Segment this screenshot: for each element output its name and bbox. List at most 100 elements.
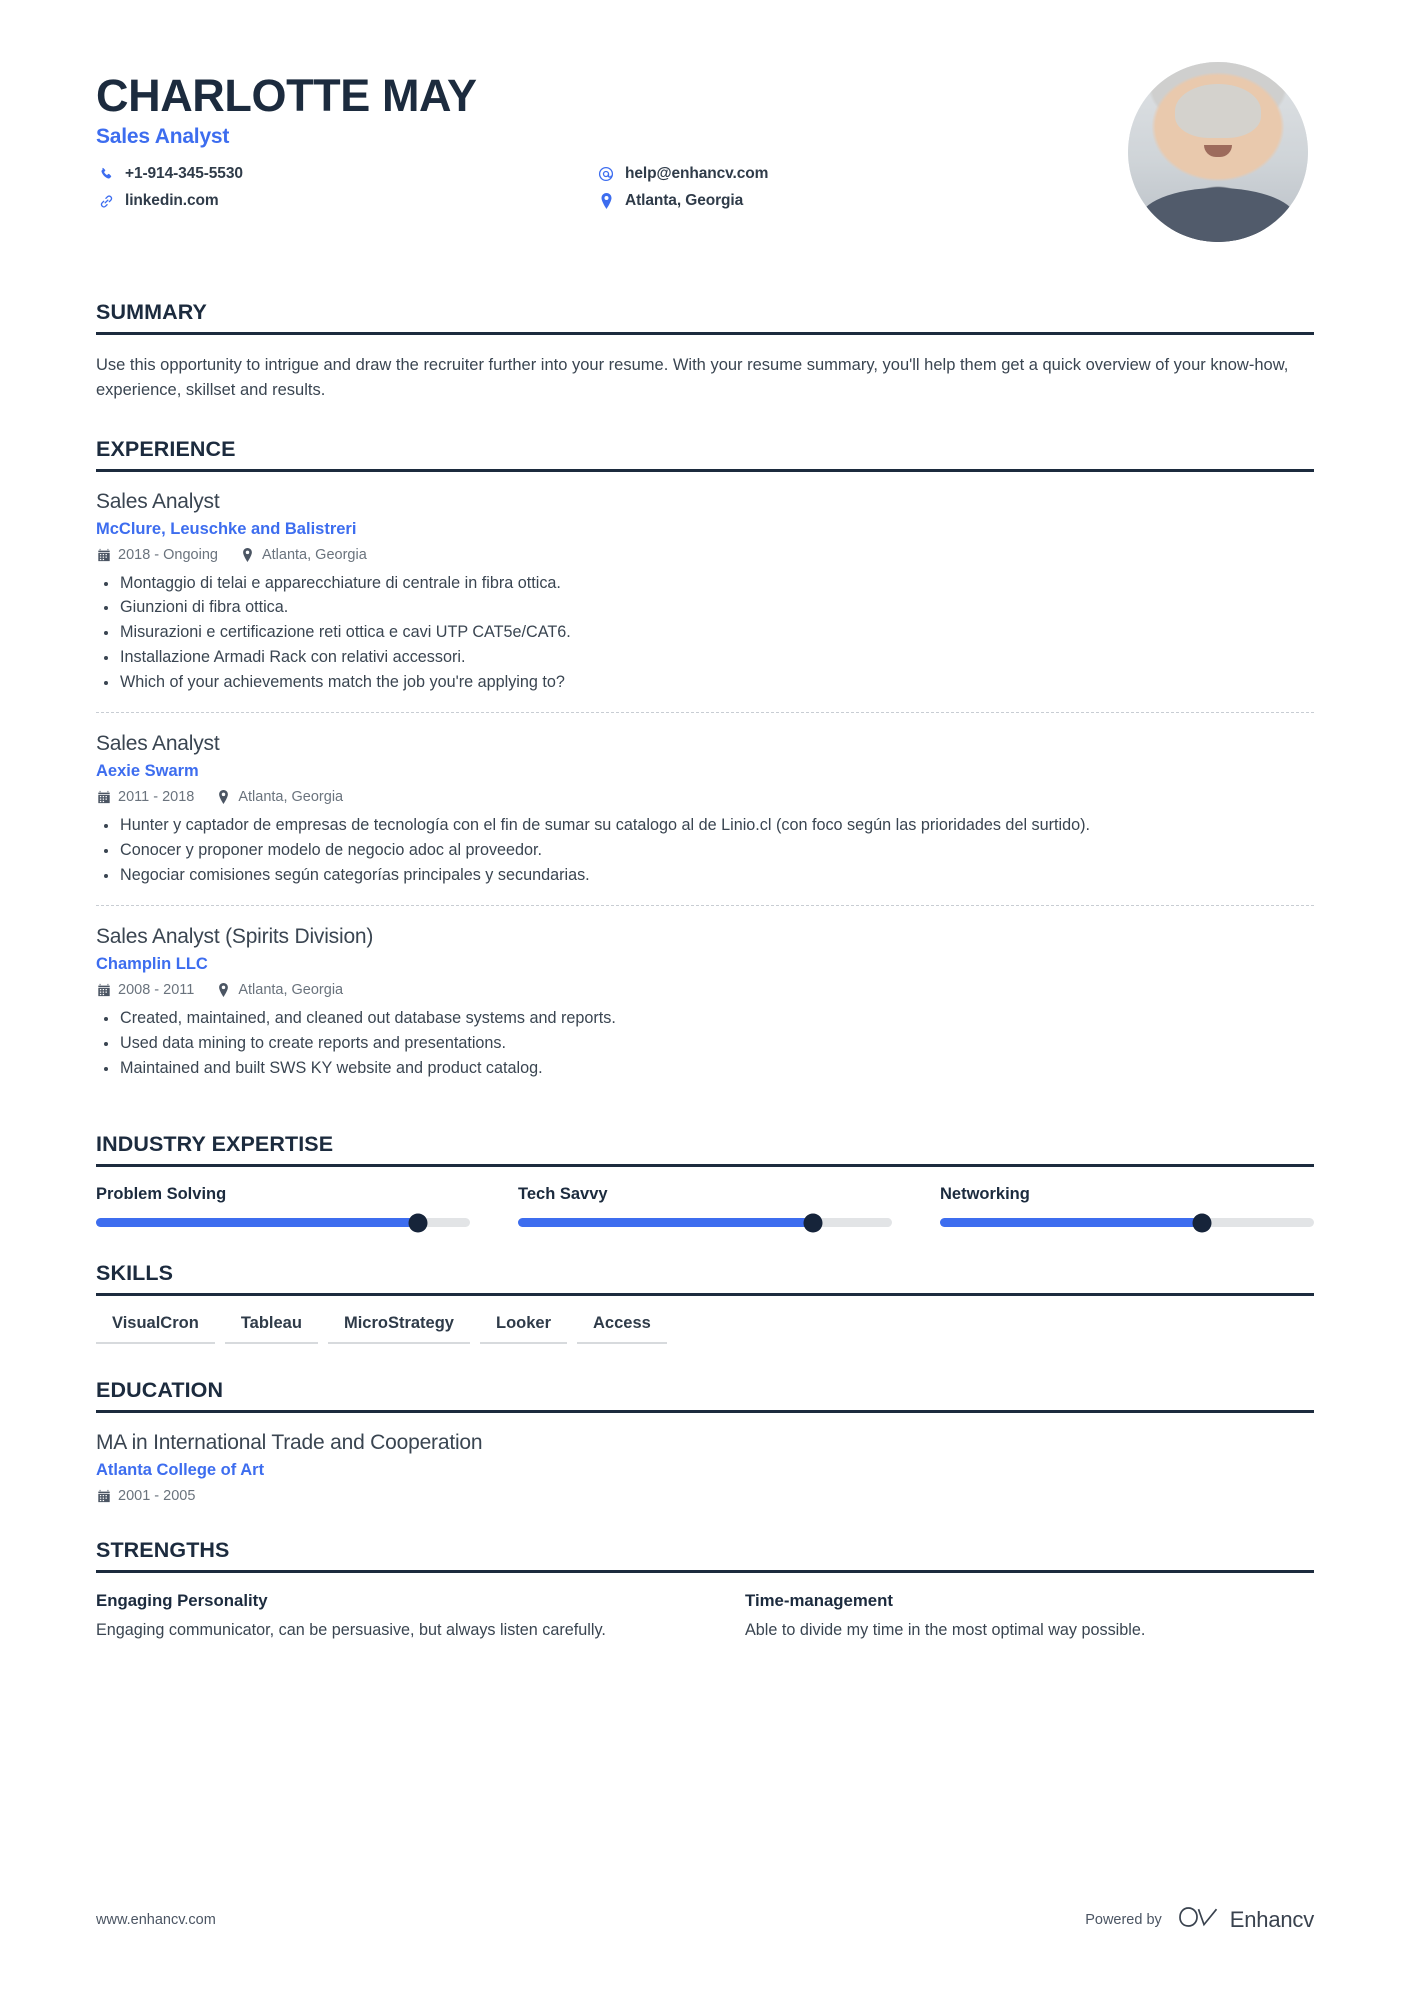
section-divider [96, 468, 1314, 472]
strength-description: Engaging communicator, can be persuasive… [96, 1621, 606, 1640]
job-location-block: Atlanta, Georgia [216, 982, 343, 998]
section-skills: SKILLS VisualCron Tableau MicroStrategy … [96, 1261, 1314, 1345]
skill-chip: Access [577, 1314, 667, 1345]
strength-title: Time-management [745, 1591, 893, 1611]
job-dates: 2018 - Ongoing [118, 546, 218, 563]
slider-fill [940, 1218, 1202, 1228]
education-school[interactable]: Atlanta College of Art [96, 1461, 1314, 1480]
experience-entry: Sales Analyst McClure, Leuschke and Bali… [96, 490, 1314, 713]
contact-item-location[interactable]: Atlanta, Georgia [596, 192, 1128, 210]
section-divider [96, 332, 1314, 335]
section-title-summary: SUMMARY [96, 300, 207, 324]
job-bullet: Misurazioni e certificazione reti ottica… [96, 621, 1314, 645]
expertise-slider[interactable] [96, 1213, 470, 1233]
contact-value-location: Atlanta, Georgia [625, 192, 744, 210]
resume-header: CHARLOTTE MAY Sales Analyst +1-914-345-5… [96, 62, 1314, 242]
section-summary: SUMMARY Use this opportunity to intrigue… [96, 300, 1314, 403]
job-location-block: Atlanta, Georgia [216, 789, 343, 805]
powered-by-label: Powered by [1085, 1911, 1162, 1928]
header-job-title: Sales Analyst [96, 125, 230, 149]
location-pin-icon [216, 983, 231, 998]
section-divider [96, 1164, 1314, 1168]
education-entry: MA in International Trade and Cooperatio… [96, 1431, 1314, 1504]
expertise-item: Problem Solving [96, 1185, 470, 1233]
resume-page: CHARLOTTE MAY Sales Analyst +1-914-345-5… [0, 0, 1410, 1995]
location-pin-icon [240, 547, 255, 562]
experience-entry: Sales Analyst (Spirits Division) Champli… [96, 905, 1314, 1098]
job-location-block: Atlanta, Georgia [240, 547, 367, 563]
location-pin-icon [216, 790, 231, 805]
contact-value-phone: +1-914-345-5530 [125, 165, 243, 183]
job-bullet: Maintained and built SWS KY website and … [96, 1057, 1314, 1081]
job-bullets: Created, maintained, and cleaned out dat… [96, 1007, 1314, 1081]
skill-chip: VisualCron [96, 1314, 215, 1345]
job-company[interactable]: McClure, Leuschke and Balistreri [96, 520, 1314, 539]
education-dates-block: 2001 - 2005 [96, 1488, 195, 1504]
job-bullet: Installazione Armadi Rack con relativi a… [96, 646, 1314, 670]
expertise-item: Tech Savvy [518, 1185, 892, 1233]
section-title-industry-expertise: INDUSTRY EXPERTISE [96, 1132, 334, 1157]
calendar-icon [96, 983, 111, 998]
skill-chip: Looker [479, 1314, 567, 1345]
section-divider [96, 1410, 1314, 1414]
job-bullet: Created, maintained, and cleaned out dat… [96, 1007, 1314, 1031]
education-degree: MA in International Trade and Cooperatio… [96, 1431, 483, 1455]
strengths-grid: Engaging Personality Engaging communicat… [96, 1591, 1314, 1642]
job-location: Atlanta, Georgia [238, 982, 344, 999]
contact-value-linkedin: linkedin.com [125, 192, 219, 210]
contact-item-email[interactable]: help@enhancv.com [596, 165, 1128, 183]
enhancv-mark-icon [1175, 1904, 1221, 1935]
job-meta: 2008 - 2011 Atlanta, Georgia [96, 982, 1314, 998]
footer-branding: Powered by Enhancv [1085, 1904, 1314, 1935]
contact-grid: +1-914-345-5530 help@enhancv.com linkedi… [96, 165, 1128, 210]
page-title: CHARLOTTE MAY [96, 70, 477, 121]
strength-description: Able to divide my time in the most optim… [745, 1621, 1146, 1640]
expertise-grid: Problem Solving Tech Savvy Networking [96, 1185, 1314, 1233]
job-meta: 2018 - Ongoing Atlanta, Georgia [96, 547, 1314, 563]
calendar-icon [96, 547, 111, 562]
job-role: Sales Analyst [96, 732, 220, 756]
avatar [1128, 62, 1308, 242]
slider-fill [96, 1218, 418, 1228]
contact-value-email: help@enhancv.com [625, 165, 769, 183]
job-role: Sales Analyst (Spirits Division) [96, 925, 374, 949]
job-role: Sales Analyst [96, 489, 220, 513]
skills-row: VisualCron Tableau MicroStrategy Looker … [96, 1314, 1314, 1345]
job-location: Atlanta, Georgia [261, 546, 367, 563]
job-bullet: Which of your achievements match the job… [96, 671, 1314, 695]
section-industry-expertise: INDUSTRY EXPERTISE Problem Solving Tech … [96, 1132, 1314, 1233]
job-company[interactable]: Champlin LLC [96, 955, 1314, 974]
section-title-skills: SKILLS [96, 1261, 174, 1286]
page-footer: www.enhancv.com Powered by Enhancv [96, 1904, 1314, 1935]
section-education: EDUCATION MA in International Trade and … [96, 1378, 1314, 1504]
section-experience: EXPERIENCE Sales Analyst McClure, Leusch… [96, 437, 1314, 1099]
job-company[interactable]: Aexie Swarm [96, 762, 1314, 781]
slider-knob[interactable] [803, 1213, 823, 1233]
expertise-slider[interactable] [940, 1213, 1314, 1233]
job-dates-block: 2011 - 2018 [96, 789, 194, 805]
skill-chip: MicroStrategy [327, 1314, 470, 1345]
job-bullet: Used data mining to create reports and p… [96, 1032, 1314, 1056]
footer-url[interactable]: www.enhancv.com [96, 1912, 216, 1928]
job-dates-block: 2008 - 2011 [96, 982, 194, 998]
job-dates: 2008 - 2011 [118, 982, 195, 999]
strength-item: Engaging Personality Engaging communicat… [96, 1591, 665, 1642]
contact-item-linkedin[interactable]: linkedin.com [96, 192, 596, 210]
job-bullet: Hunter y captador de empresas de tecnolo… [96, 814, 1314, 838]
avatar-hair [1174, 83, 1262, 138]
job-bullet: Conocer y proponer modelo de negocio ado… [96, 839, 1314, 863]
enhancv-logo[interactable]: Enhancv [1175, 1904, 1314, 1935]
link-icon [96, 192, 116, 210]
slider-knob[interactable] [408, 1213, 428, 1233]
job-dates: 2011 - 2018 [118, 789, 195, 806]
contact-item-phone[interactable]: +1-914-345-5530 [96, 165, 596, 183]
section-title-experience: EXPERIENCE [96, 436, 236, 461]
job-bullet: Montaggio di telai e apparecchiature di … [96, 572, 1314, 596]
section-strengths: STRENGTHS Engaging Personality Engaging … [96, 1538, 1314, 1642]
job-bullets: Hunter y captador de empresas de tecnolo… [96, 814, 1314, 888]
expertise-slider[interactable] [518, 1213, 892, 1233]
slider-knob[interactable] [1192, 1213, 1212, 1233]
section-title-strengths: STRENGTHS [96, 1538, 230, 1563]
summary-text: Use this opportunity to intrigue and dra… [96, 356, 1289, 399]
at-icon [596, 165, 616, 183]
